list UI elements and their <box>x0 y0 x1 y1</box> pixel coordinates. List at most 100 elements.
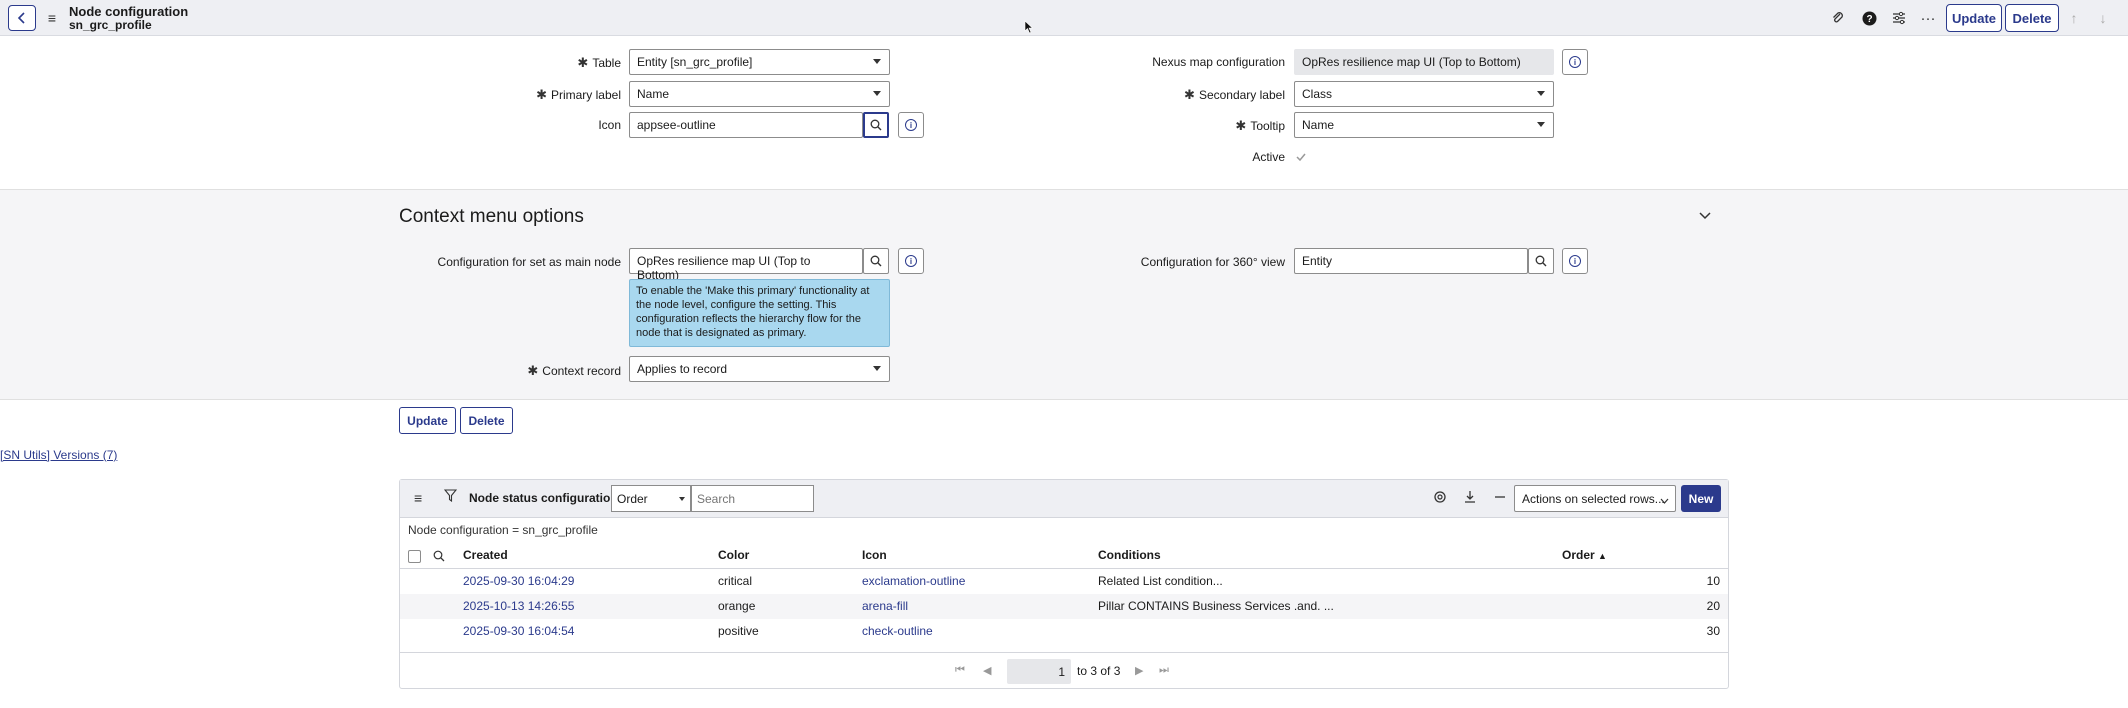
new-button[interactable]: New <box>1681 485 1721 512</box>
chevron-down-icon[interactable] <box>1698 208 1712 224</box>
more-icon[interactable]: ··· <box>1918 8 1938 28</box>
caret-down-icon <box>873 91 881 96</box>
conditions-cell: Related List condition... <box>1098 574 1223 588</box>
nexus-map-info-button[interactable]: i <box>1562 49 1588 75</box>
back-button[interactable] <box>8 5 36 31</box>
nexus-map-field: OpRes resilience map UI (Top to Bottom) <box>1294 49 1554 75</box>
caret-down-icon <box>1537 122 1545 127</box>
view360-info-button[interactable]: i <box>1562 248 1588 274</box>
caret-down-icon <box>873 59 881 64</box>
secondary-label-select[interactable]: Class <box>1294 81 1554 107</box>
pagination-bar: ⏮ ◀ 1 to 3 of 3 ▶ ⏭ <box>400 652 1728 689</box>
icon-info-button[interactable]: i <box>898 112 924 138</box>
search-icon <box>870 255 882 267</box>
tooltip-select[interactable]: Name <box>1294 112 1554 138</box>
color-cell: critical <box>718 574 753 588</box>
section-title: Context menu options <box>399 206 584 227</box>
context-record-select[interactable]: Applies to record <box>629 356 890 382</box>
table-row: 2025-09-30 16:04:54 positive check-outli… <box>400 619 1728 644</box>
select-all-checkbox[interactable] <box>408 550 421 563</box>
main-node-label: Configuration for set as main node <box>437 255 621 269</box>
nexus-map-label: Nexus map configuration <box>1152 55 1285 69</box>
page-subtitle: sn_grc_profile <box>69 18 152 32</box>
info-icon: i <box>1569 255 1581 267</box>
table-label: ✱ Table <box>577 55 621 70</box>
secondary-label-label: ✱ Secondary label <box>1184 87 1285 102</box>
next-page-icon[interactable]: ▶ <box>1135 664 1143 677</box>
created-link[interactable]: 2025-09-30 16:04:54 <box>463 624 574 638</box>
settings-sliders-icon[interactable] <box>1889 8 1909 28</box>
help-text-box: To enable the 'Make this primary' functi… <box>629 279 890 347</box>
minimize-icon[interactable] <box>1493 490 1507 507</box>
info-icon: i <box>905 119 917 131</box>
paperclip-icon[interactable] <box>1828 8 1848 28</box>
header-bar: ≡ Node configuration sn_grc_profile ? ··… <box>0 0 2128 36</box>
column-header-conditions[interactable]: Conditions <box>1098 548 1161 562</box>
related-list-title: Node status configurations <box>469 491 625 505</box>
icon-link[interactable]: arena-fill <box>862 599 908 613</box>
chevron-down-icon <box>1660 494 1669 508</box>
view360-input[interactable]: Entity <box>1294 248 1528 274</box>
order-cell: 30 <box>1706 624 1720 638</box>
table-select[interactable]: Entity [sn_grc_profile] <box>629 49 890 75</box>
icon-input[interactable]: appsee-outline <box>629 112 863 138</box>
form-delete-button[interactable]: Delete <box>460 407 513 434</box>
info-icon: i <box>1569 56 1581 68</box>
order-cell: 20 <box>1706 599 1720 613</box>
mouse-cursor-icon <box>1024 20 1034 37</box>
list-menu-icon[interactable]: ≡ <box>414 490 422 506</box>
icon-label: Icon <box>598 118 621 132</box>
download-icon[interactable] <box>1463 490 1477 507</box>
icon-lookup-button[interactable] <box>863 112 889 138</box>
up-arrow-icon[interactable]: ↑ <box>2064 8 2084 28</box>
previous-page-icon[interactable]: ◀ <box>983 664 991 677</box>
search-icon <box>1535 255 1547 267</box>
color-cell: positive <box>718 624 759 638</box>
icon-link[interactable]: check-outline <box>862 624 933 638</box>
active-label: Active <box>1252 150 1285 164</box>
sort-field-select[interactable]: Order <box>611 485 691 512</box>
help-icon[interactable]: ? <box>1859 8 1879 28</box>
caret-down-icon <box>679 497 685 501</box>
filter-icon[interactable] <box>443 489 458 505</box>
tooltip-label: ✱ Tooltip <box>1235 118 1285 133</box>
first-page-icon[interactable]: ⏮ <box>955 664 965 677</box>
form-update-button[interactable]: Update <box>399 407 456 434</box>
icon-link[interactable]: exclamation-outline <box>862 574 965 588</box>
column-header-color[interactable]: Color <box>718 548 749 562</box>
primary-label-select[interactable]: Name <box>629 81 890 107</box>
info-icon: i <box>905 255 917 267</box>
last-page-icon[interactable]: ⏭ <box>1159 664 1169 677</box>
page-number-input[interactable]: 1 <box>1007 659 1071 684</box>
actions-select[interactable]: Actions on selected rows... <box>1514 485 1676 512</box>
view360-lookup-button[interactable] <box>1528 248 1554 274</box>
context-menu-section <box>0 189 2128 400</box>
svg-text:?: ? <box>1866 14 1872 25</box>
header-update-button[interactable]: Update <box>1946 4 2002 32</box>
main-node-info-button[interactable]: i <box>898 248 924 274</box>
column-header-order[interactable]: Order ▲ <box>1562 548 1607 562</box>
header-delete-button[interactable]: Delete <box>2005 4 2059 32</box>
active-checkbox[interactable] <box>1294 150 1308 164</box>
column-search-icon[interactable] <box>433 549 445 567</box>
sort-ascending-icon: ▲ <box>1598 551 1607 561</box>
checkmark-icon <box>1296 153 1306 162</box>
created-link[interactable]: 2025-09-30 16:04:29 <box>463 574 574 588</box>
list-search-input[interactable] <box>691 485 814 512</box>
main-node-input[interactable]: OpRes resilience map UI (Top to Bottom) <box>629 248 863 282</box>
main-node-lookup-button[interactable] <box>863 248 889 274</box>
caret-down-icon <box>873 366 881 371</box>
created-link[interactable]: 2025-10-13 14:26:55 <box>463 599 574 613</box>
menu-icon[interactable]: ≡ <box>44 8 60 28</box>
snutils-versions-link[interactable]: [SN Utils] Versions (7) <box>0 448 117 462</box>
page-title: Node configuration <box>69 4 189 19</box>
column-header-icon[interactable]: Icon <box>862 548 887 562</box>
gear-icon[interactable] <box>1433 490 1447 507</box>
column-header-created[interactable]: Created <box>463 548 508 562</box>
context-record-label: ✱ Context record <box>527 363 621 378</box>
table-row: 2025-09-30 16:04:29 critical exclamation… <box>400 569 1728 594</box>
down-arrow-icon[interactable]: ↓ <box>2093 8 2113 28</box>
list-breadcrumb[interactable]: Node configuration = sn_grc_profile <box>408 523 598 537</box>
conditions-cell: Pillar CONTAINS Business Services .and. … <box>1098 599 1334 613</box>
color-cell: orange <box>718 599 756 613</box>
